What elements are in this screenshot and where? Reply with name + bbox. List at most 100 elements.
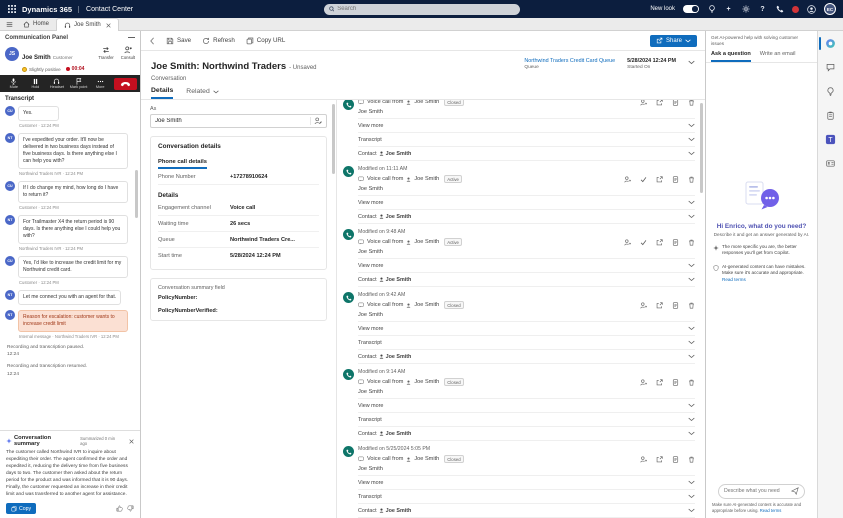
open-record-icon[interactable] (656, 456, 663, 463)
tab-home[interactable]: Home (16, 18, 56, 30)
view-more-row[interactable]: View more (358, 118, 695, 132)
delete-icon[interactable] (688, 176, 695, 183)
contact-row[interactable]: Contact Joe Smith (358, 272, 695, 287)
assign-icon[interactable] (640, 379, 647, 386)
queue-link[interactable]: Northwind Traders Credit Card Queue (524, 58, 615, 64)
more-call-options-button[interactable]: More (89, 78, 111, 90)
copy-summary-button[interactable]: Copy (6, 503, 36, 514)
timeline-entry[interactable]: Modified on 9:42 AM Voice call from Joe … (343, 289, 695, 366)
contact-row[interactable]: Contact Joe Smith (358, 426, 695, 441)
copilot-prompt-input[interactable] (724, 488, 788, 494)
timeline-entry[interactable]: Modified on 9:14 AM Voice call from Joe … (343, 366, 695, 443)
gear-icon[interactable] (741, 5, 750, 14)
form-scrollbar[interactable] (332, 104, 335, 174)
note-icon[interactable] (672, 100, 679, 106)
save-button[interactable]: Save (166, 37, 191, 45)
view-more-row[interactable]: View more (358, 475, 695, 489)
tab-write-an-email[interactable]: Write an email (760, 51, 796, 62)
open-record-icon[interactable] (656, 239, 663, 246)
note-icon[interactable] (672, 302, 679, 309)
close-conversation-icon[interactable] (640, 239, 647, 246)
global-search-input[interactable] (337, 6, 514, 12)
transcript-row[interactable]: Transcript (358, 412, 695, 426)
lightbulb-icon[interactable] (707, 5, 716, 14)
edit-person-icon[interactable] (310, 117, 322, 125)
view-more-row[interactable]: View more (358, 195, 695, 209)
transfer-button[interactable]: Transfer (98, 46, 113, 72)
delete-icon[interactable] (688, 100, 695, 106)
copy-url-button[interactable]: Copy URL (246, 37, 286, 45)
timeline-scrollbar[interactable] (700, 103, 703, 193)
close-conversation-icon[interactable] (640, 176, 647, 183)
back-icon[interactable] (149, 37, 155, 45)
timeline-entry[interactable]: Modified on 5/25/2024 5:05 PM Voice call… (343, 443, 695, 518)
timeline-entry[interactable]: Modified on 9:48 AM Voice call from Joe … (343, 226, 695, 289)
tab-joe-smith[interactable]: Joe Smith (56, 18, 119, 31)
refresh-button[interactable]: Refresh (202, 37, 235, 45)
rail-chat-icon[interactable] (818, 60, 843, 75)
transcript-pane[interactable]: Transcript CU Yes. Customer · 12:24 PM N… (0, 92, 140, 430)
close-tab-icon[interactable] (106, 23, 111, 28)
customer-lookup-input[interactable] (155, 118, 310, 124)
collapse-header-icon[interactable] (688, 60, 695, 65)
delete-icon[interactable] (688, 379, 695, 386)
view-more-row[interactable]: View more (358, 398, 695, 412)
tab-related[interactable]: Related (186, 87, 218, 99)
share-button[interactable]: Share (650, 35, 697, 47)
note-icon[interactable] (672, 456, 679, 463)
transcript-row[interactable]: Transcript (358, 132, 695, 146)
timeline-entry[interactable]: Voice call from Joe Smith Closed (343, 100, 695, 163)
customer-lookup[interactable] (150, 114, 327, 128)
rail-contact-card-icon[interactable] (818, 156, 843, 171)
open-record-icon[interactable] (656, 100, 663, 106)
tab-ask-a-question[interactable]: Ask a question (711, 51, 751, 62)
send-icon[interactable] (791, 487, 799, 495)
thumbs-up-icon[interactable] (116, 505, 123, 512)
assign-icon[interactable] (624, 239, 631, 246)
assign-icon[interactable] (624, 176, 631, 183)
tab-details[interactable]: Details (151, 87, 173, 99)
add-icon[interactable]: + (724, 5, 733, 14)
waffle-menu-icon[interactable] (7, 5, 16, 14)
read-terms-link[interactable]: Read terms (722, 277, 746, 282)
open-record-icon[interactable] (656, 379, 663, 386)
rail-lightbulb-icon[interactable] (818, 84, 843, 99)
mute-button[interactable]: Mute (3, 78, 25, 90)
close-summary-icon[interactable] (129, 439, 134, 444)
recording-indicator-icon[interactable] (792, 6, 799, 13)
read-terms-link[interactable]: Read terms (760, 508, 782, 513)
note-icon[interactable] (672, 379, 679, 386)
delete-icon[interactable] (688, 302, 695, 309)
global-search[interactable] (324, 4, 520, 15)
timeline-entry[interactable]: Modified on 11:11 AM Voice call from Joe… (343, 163, 695, 226)
contact-row[interactable]: Contact Joe Smith (358, 146, 695, 161)
view-more-row[interactable]: View more (358, 258, 695, 272)
contact-row[interactable]: Contact Joe Smith (358, 209, 695, 224)
delete-icon[interactable] (688, 239, 695, 246)
assign-icon[interactable] (640, 100, 647, 106)
note-icon[interactable] (672, 176, 679, 183)
view-more-row[interactable]: View more (358, 321, 695, 335)
transcript-scrollbar[interactable] (135, 170, 138, 218)
phone-call-details-tab[interactable]: Phone call details (158, 159, 207, 169)
copilot-prompt-box[interactable] (718, 484, 805, 499)
hold-button[interactable]: Hold (25, 78, 47, 90)
rail-agent-scripts-icon[interactable] (818, 108, 843, 123)
rail-teams-icon[interactable]: T (818, 132, 843, 147)
delete-icon[interactable] (688, 456, 695, 463)
rail-copilot-icon[interactable] (818, 36, 843, 51)
transcript-row[interactable]: Transcript (358, 335, 695, 349)
headset-button[interactable]: Headset (46, 78, 68, 90)
contact-row[interactable]: Contact Joe Smith (358, 349, 695, 364)
note-icon[interactable] (672, 239, 679, 246)
assign-icon[interactable] (640, 302, 647, 309)
thumbs-down-icon[interactable] (127, 505, 134, 512)
presence-person-icon[interactable] (807, 5, 816, 14)
assign-icon[interactable] (640, 456, 647, 463)
consult-button[interactable]: Consult (121, 46, 135, 72)
open-record-icon[interactable] (656, 302, 663, 309)
phone-icon[interactable] (775, 5, 784, 14)
transcript-row[interactable]: Transcript (358, 489, 695, 503)
end-call-button[interactable] (114, 78, 137, 90)
help-icon[interactable]: ? (758, 5, 767, 14)
